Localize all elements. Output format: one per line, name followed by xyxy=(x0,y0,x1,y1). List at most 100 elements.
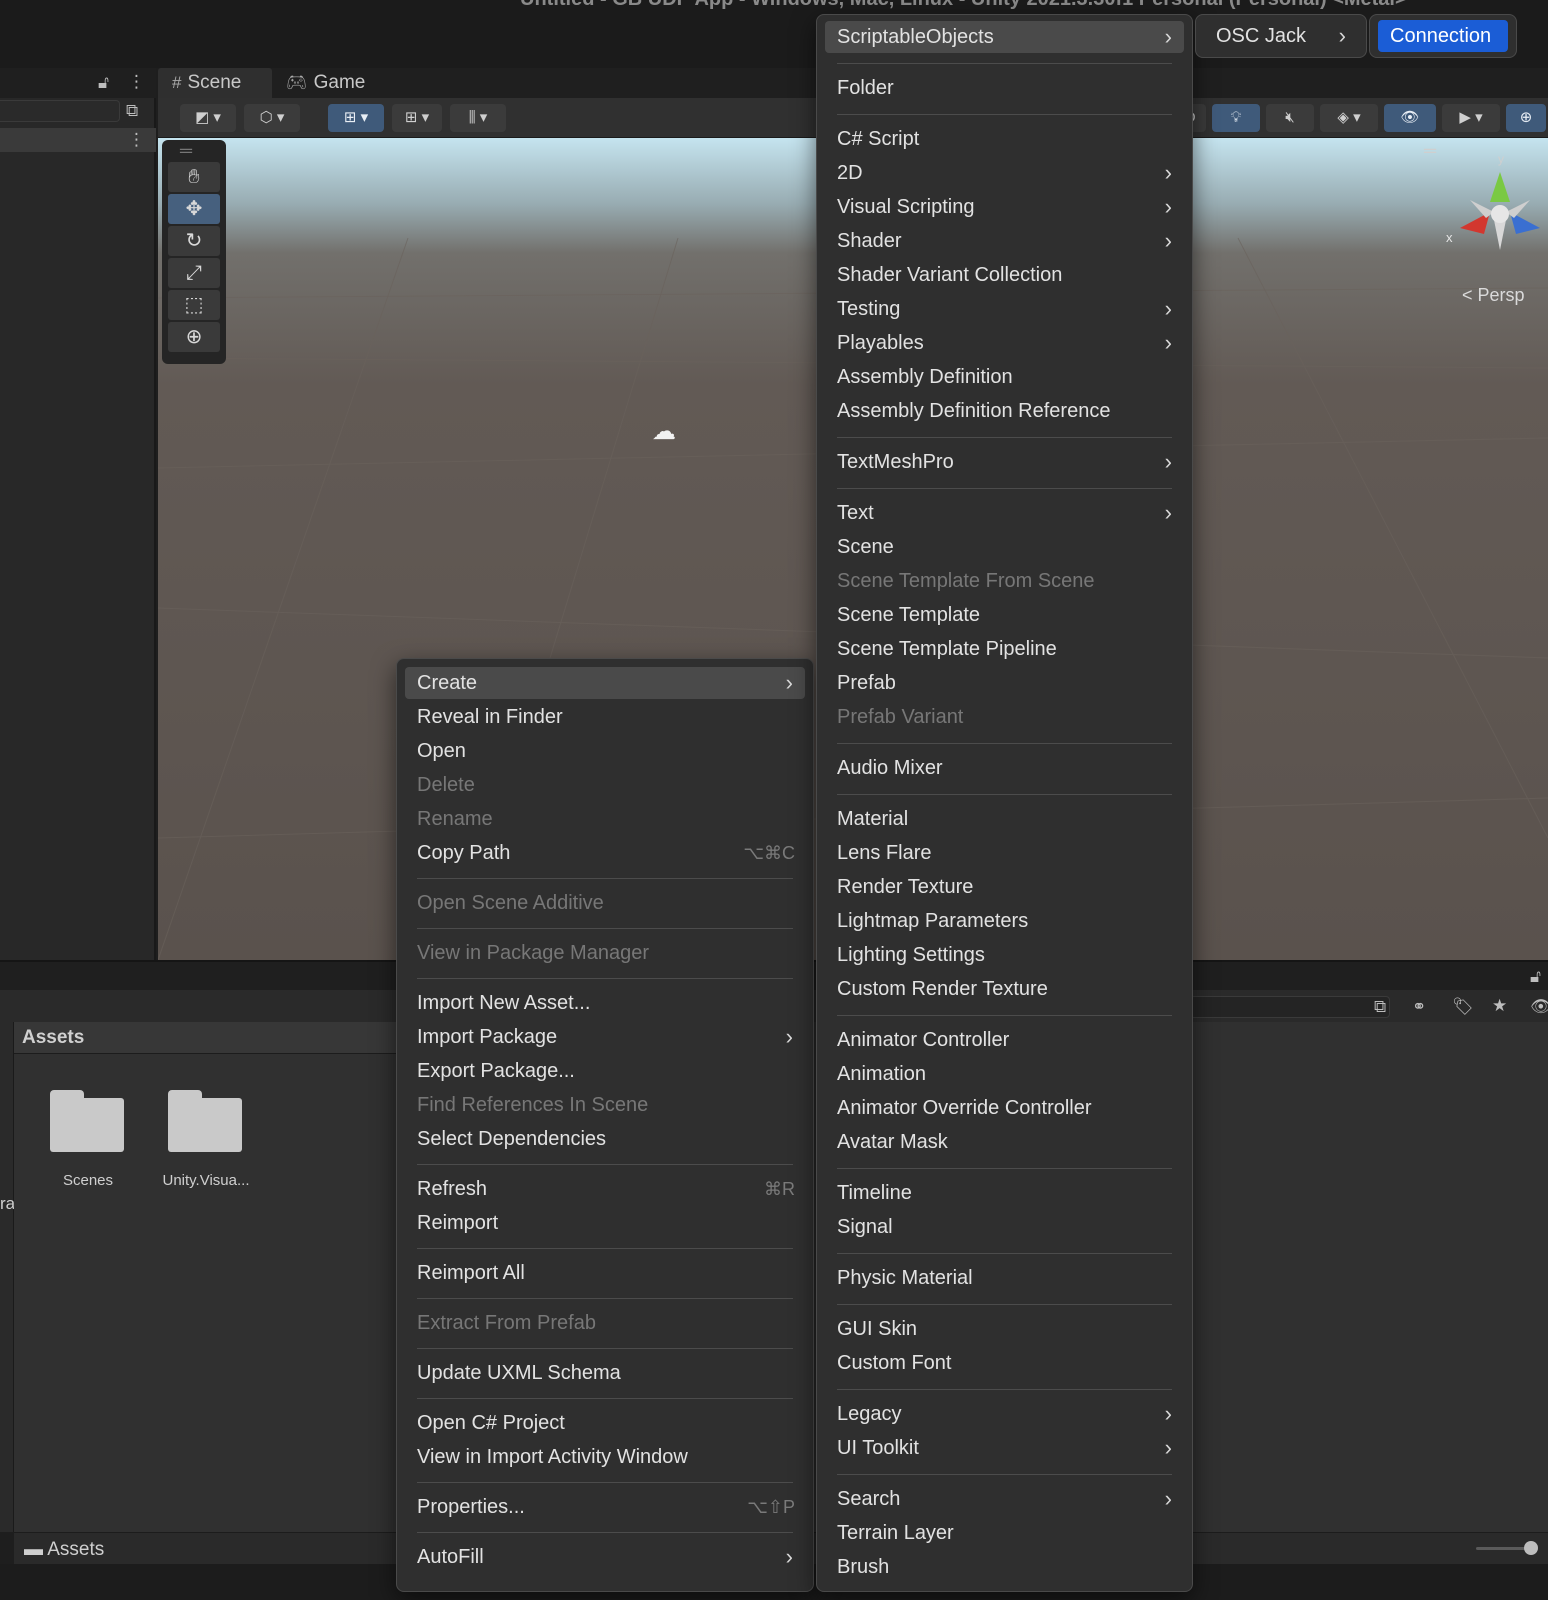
menu-item-connection[interactable]: Connection xyxy=(1378,20,1508,52)
menu-item-copy-path[interactable]: Copy Path ⌥⌘C xyxy=(405,837,805,869)
menu-item-lens-flare[interactable]: Lens Flare xyxy=(825,837,1184,869)
label-tag-icon[interactable]: 🏷︎ xyxy=(1452,998,1474,1015)
hierarchy-search-input[interactable] xyxy=(0,100,120,122)
menu-item-folder[interactable]: Folder xyxy=(825,72,1184,104)
hierarchy-row[interactable]: ⋮ xyxy=(0,128,156,152)
menu-item-terrain-layer[interactable]: Terrain Layer xyxy=(825,1517,1184,1549)
menu-item-select-dependencies[interactable]: Select Dependencies xyxy=(405,1123,805,1155)
hand-tool-icon[interactable]: ✋︎ xyxy=(168,162,220,192)
menu-item-scriptableobjects[interactable]: ScriptableObjects › xyxy=(825,21,1184,53)
render-mode-dropdown[interactable]: ⬡ ▾ xyxy=(244,104,300,132)
menu-item-reimport-all[interactable]: Reimport All xyxy=(405,1257,805,1289)
menu-item-custom-font[interactable]: Custom Font xyxy=(825,1347,1184,1379)
menu-item-animator-controller[interactable]: Animator Controller xyxy=(825,1024,1184,1056)
lock-icon[interactable]: 🔓︎ xyxy=(98,74,109,91)
filter-type-icon[interactable]: ⚭ xyxy=(1412,998,1426,1015)
popout-icon[interactable]: ⧉ xyxy=(126,102,138,119)
move-tool-icon[interactable]: ✥ xyxy=(168,194,220,224)
menu-item-custom-render-texture[interactable]: Custom Render Texture xyxy=(825,973,1184,1005)
camera-dropdown-icon[interactable]: ▶ ▾ xyxy=(1442,104,1500,132)
menu-item-import-new-asset[interactable]: Import New Asset... xyxy=(405,987,805,1019)
menu-item-brush[interactable]: Brush xyxy=(825,1551,1184,1583)
menu-item-create[interactable]: Create › xyxy=(405,667,805,699)
footer-path[interactable]: ▬ Assets xyxy=(24,1539,104,1561)
favorite-star-icon[interactable]: ★ xyxy=(1492,997,1507,1014)
menu-item-autofill[interactable]: AutoFill › xyxy=(405,1541,805,1573)
menu-item-import-package[interactable]: Import Package › xyxy=(405,1021,805,1053)
menu-item-material[interactable]: Material xyxy=(825,803,1184,835)
project-search-input[interactable] xyxy=(1190,996,1390,1018)
menu-item-timeline[interactable]: Timeline xyxy=(825,1177,1184,1209)
scale-tool-icon[interactable]: ⤢ xyxy=(168,258,220,288)
menu-item-reimport[interactable]: Reimport xyxy=(405,1207,805,1239)
menu-item-search[interactable]: Search › xyxy=(825,1483,1184,1515)
menu-item-gui-skin[interactable]: GUI Skin xyxy=(825,1313,1184,1345)
menu-item-refresh[interactable]: Refresh ⌘R xyxy=(405,1173,805,1205)
menu-item-scene-template[interactable]: Scene Template xyxy=(825,599,1184,631)
rect-tool-icon[interactable]: ⬚ xyxy=(168,290,220,320)
menu-item-visual-scripting[interactable]: Visual Scripting › xyxy=(825,191,1184,223)
menu-item-avatar-mask[interactable]: Avatar Mask xyxy=(825,1126,1184,1158)
menu-item-open[interactable]: Open xyxy=(405,735,805,767)
menu-item-update-uxml-schema[interactable]: Update UXML Schema xyxy=(405,1357,805,1389)
gizmos-toggle-icon[interactable]: ⊕ xyxy=(1506,104,1546,132)
increment-snap-toggle[interactable]: ⊞ ▾ xyxy=(392,104,442,132)
zoom-slider-handle[interactable] xyxy=(1524,1541,1538,1555)
menu-item-audio-mixer[interactable]: Audio Mixer xyxy=(825,752,1184,784)
folder-icon[interactable] xyxy=(50,1090,126,1152)
menu-item-render-texture[interactable]: Render Texture xyxy=(825,871,1184,903)
kebab-menu-icon[interactable]: ⋮ xyxy=(128,131,145,148)
tab-scene[interactable]: # Scene xyxy=(158,68,272,98)
menu-item-animator-override-controller[interactable]: Animator Override Controller xyxy=(825,1092,1184,1124)
popout-icon[interactable]: ⧉ xyxy=(1374,998,1386,1015)
menu-item-ui-toolkit[interactable]: UI Toolkit › xyxy=(825,1432,1184,1464)
folder-label[interactable]: Scenes xyxy=(40,1172,136,1189)
menu-item-signal[interactable]: Signal xyxy=(825,1211,1184,1243)
menu-item-text[interactable]: Text › xyxy=(825,497,1184,529)
menu-item-assembly-definition-reference[interactable]: Assembly Definition Reference xyxy=(825,395,1184,427)
effects-dropdown-icon[interactable]: ◈ ▾ xyxy=(1320,104,1378,132)
menu-item-properties[interactable]: Properties... ⌥⇧P xyxy=(405,1491,805,1523)
tab-game[interactable]: 🎮︎ Game xyxy=(272,68,382,98)
menu-item-reveal-in-finder[interactable]: Reveal in Finder xyxy=(405,701,805,733)
menu-item-prefab[interactable]: Prefab xyxy=(825,667,1184,699)
menu-item-view-in-import-activity-window[interactable]: View in Import Activity Window xyxy=(405,1441,805,1473)
orientation-gizmo[interactable]: y x xyxy=(1446,152,1544,258)
rotate-tool-icon[interactable]: ↻ xyxy=(168,226,220,256)
menu-item-animation[interactable]: Animation xyxy=(825,1058,1184,1090)
scene-visibility-icon[interactable]: 👁︎ xyxy=(1384,104,1436,132)
overlay-menu-icon[interactable]: ═ xyxy=(1424,142,1436,159)
drag-handle-icon[interactable]: ═ xyxy=(180,142,192,159)
ruler-dropdown[interactable]: ⫼ ▾ xyxy=(450,104,506,132)
menu-item-2d[interactable]: 2D › xyxy=(825,157,1184,189)
menu-item-legacy[interactable]: Legacy › xyxy=(825,1398,1184,1430)
scene-camera-icon[interactable]: ☁︎ xyxy=(652,420,676,444)
grid-snap-toggle[interactable]: ⊞ ▾ xyxy=(328,104,384,132)
menu-item-playables[interactable]: Playables › xyxy=(825,327,1184,359)
folder-label[interactable]: Unity.Visua... xyxy=(150,1172,262,1189)
hidden-packages-icon[interactable]: 👁︎ xyxy=(1530,998,1548,1015)
menu-item-shader[interactable]: Shader › xyxy=(825,225,1184,257)
draw-mode-dropdown[interactable]: ◩ ▾ xyxy=(180,104,236,132)
menu-item-scene-template-pipeline[interactable]: Scene Template Pipeline xyxy=(825,633,1184,665)
menu-item-export-package[interactable]: Export Package... xyxy=(405,1055,805,1087)
lock-icon[interactable]: 🔓︎ xyxy=(1530,968,1541,985)
folder-icon[interactable] xyxy=(168,1090,244,1152)
menu-item-lightmap-parameters[interactable]: Lightmap Parameters xyxy=(825,905,1184,937)
lighting-toggle-icon[interactable]: 💡︎ xyxy=(1212,104,1260,132)
menu-item-scene[interactable]: Scene xyxy=(825,531,1184,563)
menu-item-lighting-settings[interactable]: Lighting Settings xyxy=(825,939,1184,971)
menu-item-osc-jack[interactable]: OSC Jack › xyxy=(1204,20,1358,52)
audio-toggle-icon[interactable]: 🔇︎ xyxy=(1266,104,1314,132)
menu-item-shader-variant-collection[interactable]: Shader Variant Collection xyxy=(825,259,1184,291)
menu-item-testing[interactable]: Testing › xyxy=(825,293,1184,325)
menu-item-open-c-project[interactable]: Open C# Project xyxy=(405,1407,805,1439)
transform-tool-icon[interactable]: ⊕ xyxy=(168,322,220,352)
menu-item-c-script[interactable]: C# Script xyxy=(825,123,1184,155)
menu-separator xyxy=(417,1298,793,1299)
kebab-menu-icon[interactable]: ⋮ xyxy=(128,73,145,90)
menu-item-textmeshpro[interactable]: TextMeshPro › xyxy=(825,446,1184,478)
menu-item-assembly-definition[interactable]: Assembly Definition xyxy=(825,361,1184,393)
projection-toggle[interactable]: < Persp xyxy=(1462,285,1525,306)
menu-item-physic-material[interactable]: Physic Material xyxy=(825,1262,1184,1294)
